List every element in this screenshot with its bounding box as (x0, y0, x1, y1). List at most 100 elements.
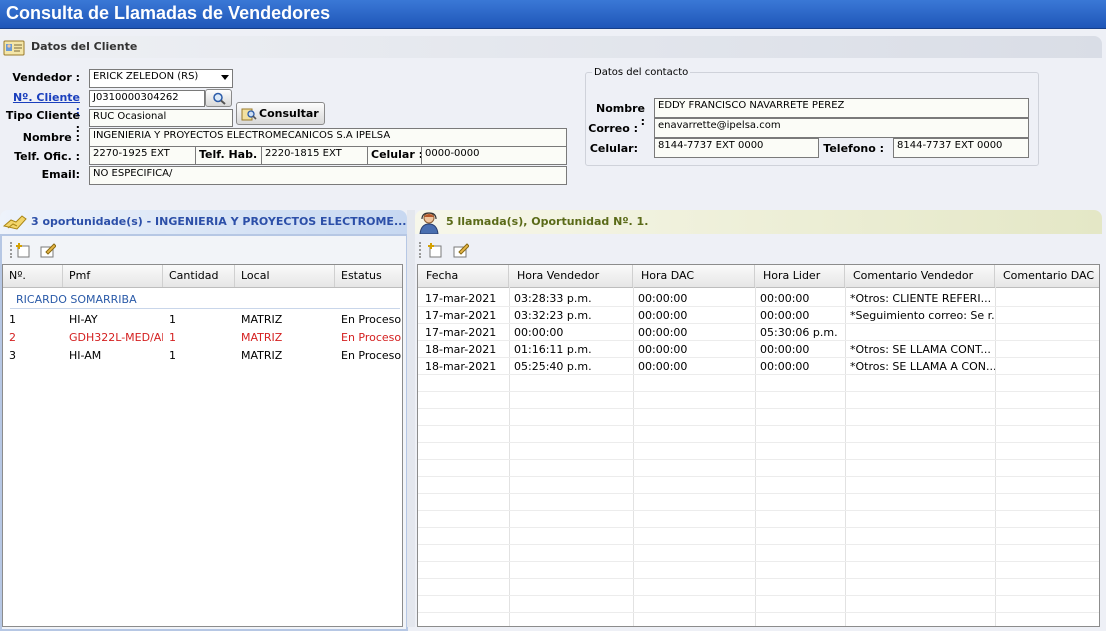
contact-correo-value: enavarrette@ipelsa.com (658, 120, 781, 131)
group-divider (10, 308, 400, 309)
cell-cantidad: 1 (169, 331, 176, 344)
search-icon (213, 92, 226, 105)
cell-no: 3 (9, 349, 16, 362)
panel-splitter[interactable] (407, 210, 415, 627)
col-hora-lider[interactable]: Hora Lider (755, 265, 845, 287)
cell-hora-vendedor: 05:25:40 p.m. (514, 360, 592, 373)
nombre-label: Nombre : (22, 131, 80, 144)
add-icon[interactable] (427, 242, 443, 258)
cell-hora-lider: 05:30:06 p.m. (760, 326, 838, 339)
email-field: NO ESPECIFICA/ (89, 166, 567, 185)
table-row[interactable]: 17-mar-2021 03:28:33 p.m. 00:00:00 00:00… (418, 290, 1099, 307)
cell-fecha: 17-mar-2021 (425, 326, 497, 339)
col-cantidad[interactable]: Cantidad (163, 265, 235, 287)
telf-ofic-field: 2270-1925 EXT (89, 146, 196, 165)
col-fecha[interactable]: Fecha (418, 265, 509, 287)
celular-field: 0000-0000 (421, 146, 567, 165)
consult-icon (241, 108, 257, 121)
grid-row-line (418, 510, 1099, 511)
col-no[interactable]: Nº. (3, 265, 63, 287)
table-row[interactable]: 3 HI-AM 1 MATRIZ En Proceso (3, 347, 402, 364)
cliente-value: J0310000304262 (93, 92, 179, 103)
cell-no: 1 (9, 313, 16, 326)
table-row[interactable]: 2 GDH322L-MED/AB 1 MATRIZ En Proceso (3, 329, 402, 346)
col-comentario-vendedor[interactable]: Comentario Vendedor (845, 265, 995, 287)
cell-fecha: 17-mar-2021 (425, 309, 497, 322)
edit-icon[interactable] (40, 242, 56, 258)
telf-ofic-label: Telf. Ofic. : (14, 150, 80, 163)
cell-hora-vendedor: 03:32:23 p.m. (514, 309, 592, 322)
handshake-icon (2, 215, 27, 230)
contact-correo-label: Correo : (588, 122, 638, 135)
col-comentario-dac[interactable]: Comentario DAC (995, 265, 1099, 287)
cell-local: MATRIZ (241, 313, 283, 326)
cell-cantidad: 1 (169, 313, 176, 326)
cell-no: 2 (9, 331, 16, 344)
table-row[interactable]: 18-mar-2021 01:16:11 p.m. 00:00:00 00:00… (418, 341, 1099, 358)
cell-fecha: 18-mar-2021 (425, 343, 497, 356)
opportunities-grid: Nº. Pmf Cantidad Local Estatus RICARDO S… (2, 264, 403, 627)
client-section-header: Datos del Cliente (0, 36, 1102, 58)
nombre-field: INGENIERIA Y PROYECTOS ELECTROMECANICOS … (89, 128, 567, 147)
cell-cantidad: 1 (169, 349, 176, 362)
telf-hab-label: Telf. Hab. : (199, 148, 262, 161)
edit-icon[interactable] (453, 242, 469, 258)
cell-fecha: 17-mar-2021 (425, 292, 497, 305)
cell-comentario-dac (995, 307, 1099, 324)
cell-estatus: En Proceso (341, 349, 402, 362)
cell-hora-lider: 00:00:00 (760, 292, 810, 305)
calls-grid: Fecha Hora Vendedor Hora DAC Hora Lider … (417, 264, 1100, 627)
search-button[interactable] (205, 89, 232, 107)
table-row[interactable]: 1 HI-AY 1 MATRIZ En Proceso (3, 311, 402, 328)
cell-local: MATRIZ (241, 331, 283, 344)
col-local[interactable]: Local (235, 265, 335, 287)
telf-hab-label-cell: Telf. Hab. : (195, 146, 262, 165)
add-icon[interactable] (15, 242, 31, 258)
calls-title: 5 llamada(s), Oportunidad Nº. 1. (446, 215, 649, 228)
title-bar: Consulta de Llamadas de Vendedores (0, 0, 1106, 29)
celular-label-cell: Celular : (367, 146, 422, 165)
cell-hora-vendedor: 01:16:11 p.m. (514, 343, 592, 356)
email-label: Email: (41, 168, 80, 181)
cell-hora-vendedor: 00:00:00 (514, 326, 564, 339)
group-row[interactable]: RICARDO SOMARRIBA (3, 291, 402, 309)
telf-ofic-value: 2270-1925 EXT (93, 148, 170, 159)
col-pmf[interactable]: Pmf (63, 265, 163, 287)
table-row[interactable]: 18-mar-2021 05:25:40 p.m. 00:00:00 00:00… (418, 358, 1099, 375)
tipo-cliente-value: RUC Ocasional (93, 111, 167, 122)
cliente-input[interactable]: J0310000304262 (89, 90, 205, 107)
grid-row-line (418, 408, 1099, 409)
grid-row-line (418, 578, 1099, 579)
contact-celular-label: Celular: (589, 142, 638, 155)
grid-row-line (418, 544, 1099, 545)
grid-row-line (418, 612, 1099, 613)
cell-local: MATRIZ (241, 349, 283, 362)
nombre-value: INGENIERIA Y PROYECTOS ELECTROMECANICOS … (93, 130, 391, 141)
opportunities-title: 3 oportunidade(s) - INGENIERIA Y PROYECT… (31, 215, 407, 228)
calls-panel-header: 5 llamada(s), Oportunidad Nº. 1. (415, 210, 1102, 234)
telf-hab-field: 2220-1815 EXT (261, 146, 368, 165)
calls-grid-header: Fecha Hora Vendedor Hora DAC Hora Lider … (418, 265, 1099, 288)
cell-hora-lider: 00:00:00 (760, 343, 810, 356)
vendedor-select[interactable]: ERICK ZELEDON (RS) (89, 69, 233, 88)
cell-comentario-vendedor: *Otros: SE LLAMA CONT... (850, 343, 991, 356)
contact-telefono-label: Telefono : (823, 142, 884, 155)
opportunities-panel-header: 3 oportunidade(s) - INGENIERIA Y PROYECT… (0, 210, 407, 234)
table-row[interactable]: 17-mar-2021 03:32:23 p.m. 00:00:00 00:00… (418, 307, 1099, 324)
contact-celular-value: 8144-7737 EXT 0000 (658, 140, 764, 151)
col-hora-dac[interactable]: Hora DAC (633, 265, 755, 287)
table-row[interactable]: 17-mar-2021 00:00:00 00:00:00 05:30:06 p… (418, 324, 1099, 341)
col-estatus[interactable]: Estatus (335, 265, 402, 287)
grid-row-line (418, 476, 1099, 477)
grid-row-line (418, 527, 1099, 528)
consultar-button[interactable]: Consultar (236, 102, 325, 125)
contact-celular-field: 8144-7737 EXT 0000 (654, 138, 819, 158)
consultar-label: Consultar (259, 107, 319, 120)
col-hora-vendedor[interactable]: Hora Vendedor (509, 265, 633, 287)
email-value: NO ESPECIFICA/ (93, 168, 173, 179)
contact-telefono-value: 8144-7737 EXT 0000 (897, 140, 1003, 151)
cell-hora-lider: 00:00:00 (760, 309, 810, 322)
client-section-title: Datos del Cliente (31, 40, 138, 53)
cell-fecha: 18-mar-2021 (425, 360, 497, 373)
calls-toolbar (417, 238, 1097, 260)
